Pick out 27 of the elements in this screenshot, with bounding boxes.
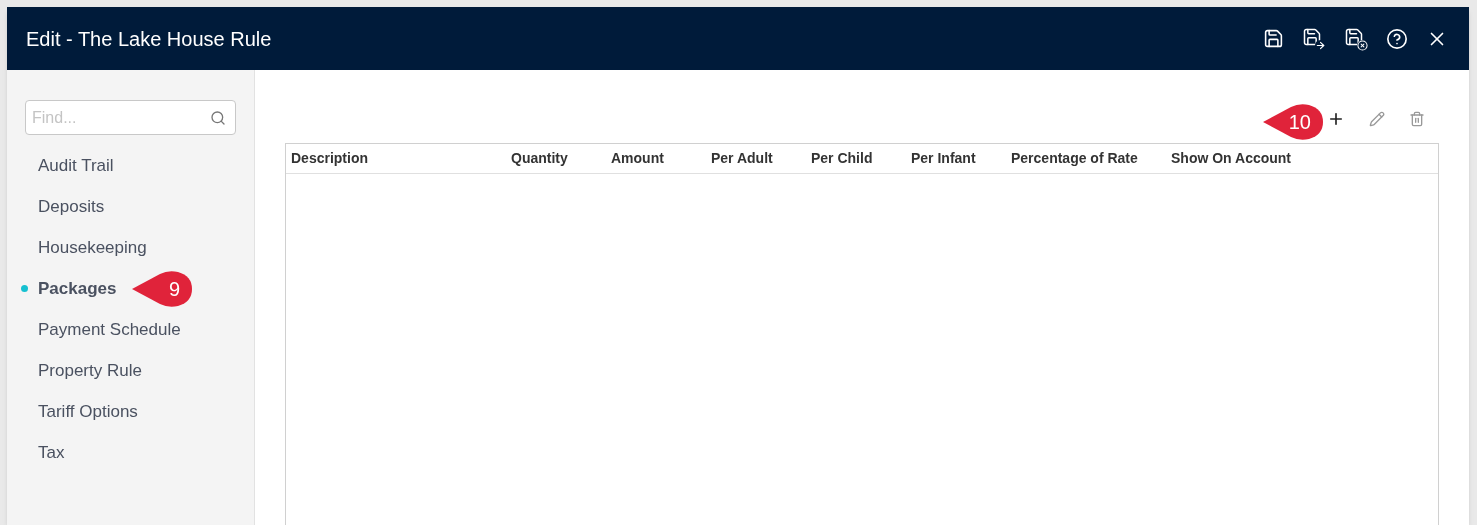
column-header[interactable]: Per Adult bbox=[711, 148, 811, 169]
save-forward-icon[interactable] bbox=[1302, 26, 1326, 51]
search-field[interactable]: Find... bbox=[25, 100, 236, 135]
column-header[interactable]: Quantity bbox=[511, 148, 611, 169]
column-header[interactable]: Show On Account bbox=[1171, 148, 1331, 169]
delete-icon[interactable] bbox=[1409, 110, 1425, 127]
callout-marker: 10 bbox=[1261, 103, 1325, 141]
sidebar-item[interactable]: Deposits bbox=[38, 193, 105, 220]
column-header[interactable]: Percentage of Rate bbox=[1011, 148, 1171, 169]
sidebar-item[interactable]: Payment Schedule bbox=[38, 316, 181, 343]
column-header[interactable]: Amount bbox=[611, 148, 711, 169]
column-header[interactable]: Description bbox=[291, 148, 511, 169]
column-header[interactable]: Per Infant bbox=[911, 148, 1011, 169]
help-icon[interactable] bbox=[1386, 27, 1408, 50]
sidebar-item[interactable]: Tariff Options bbox=[38, 398, 138, 425]
window-title: Edit - The Lake House Rule bbox=[26, 26, 273, 52]
save-cancel-icon[interactable] bbox=[1344, 26, 1368, 51]
sidebar-item[interactable]: Packages bbox=[38, 275, 117, 302]
callout-marker: 9 bbox=[130, 270, 194, 308]
sidebar-item[interactable]: Housekeeping bbox=[38, 234, 147, 261]
edit-icon[interactable] bbox=[1369, 110, 1385, 127]
search-icon[interactable] bbox=[210, 109, 226, 126]
sidebar-item[interactable]: Property Rule bbox=[38, 357, 142, 384]
save-icon[interactable] bbox=[1263, 28, 1284, 49]
sidebar-item[interactable]: Audit Trail bbox=[38, 152, 114, 179]
column-header[interactable]: Per Child bbox=[811, 148, 911, 169]
sidebar-item[interactable]: Tax bbox=[38, 439, 65, 466]
